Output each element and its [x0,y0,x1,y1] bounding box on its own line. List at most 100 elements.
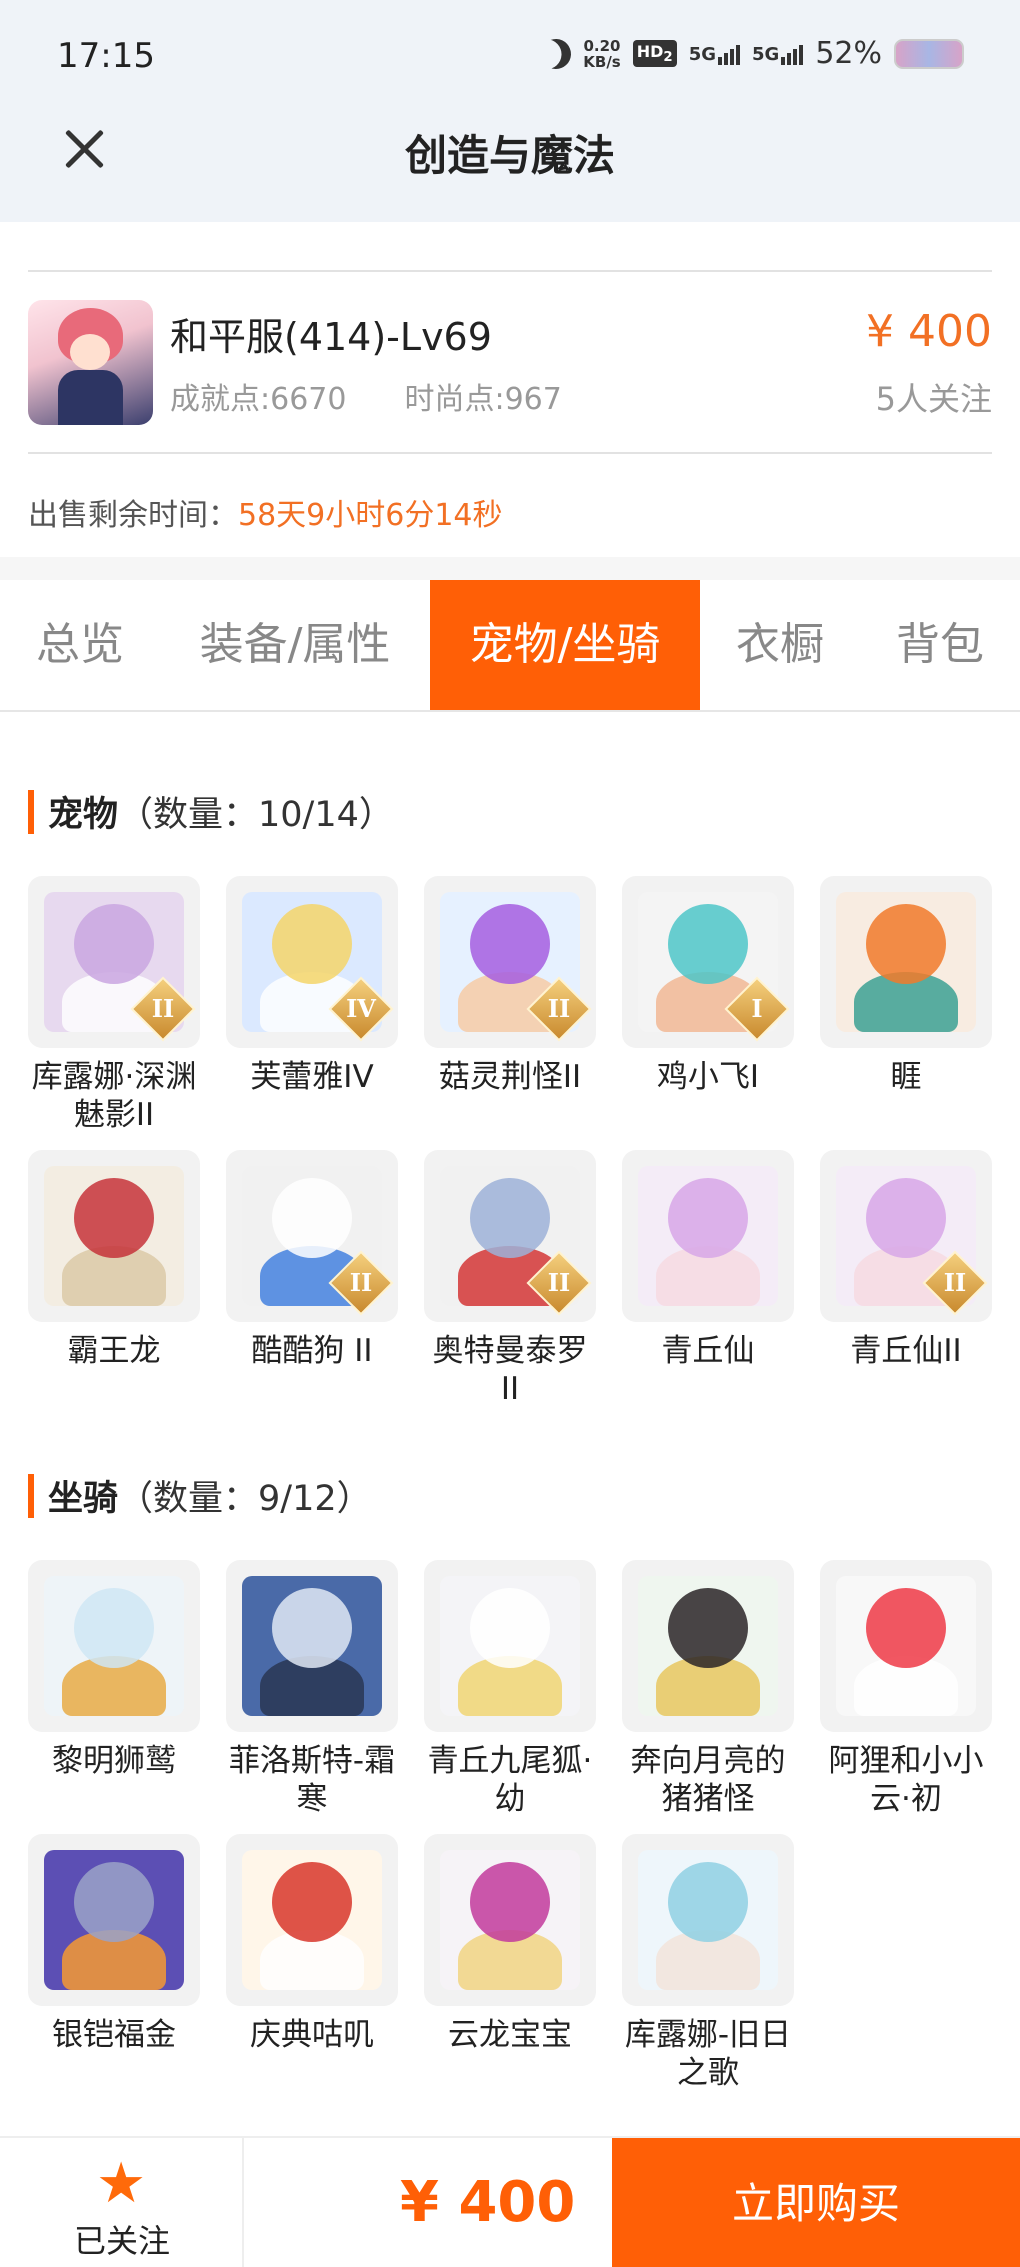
pets-title: 宠物 [48,795,119,835]
pets-mounts-panel: 宠物 （数量：10/14） II 库露娜·深渊魅影II IV 芙蕾雅IV II 菇灵荆怪II… [0,712,1020,2136]
net-speed: 0.20 KB/s [583,38,620,70]
mount-thumbnail [226,1560,398,1732]
mount-thumbnail [226,1834,398,2006]
mounts-title: 坐骑 [48,1479,119,1519]
pets-count: （数量：10/14） [118,795,394,835]
mount-thumbnail [820,1560,992,1732]
pet-card[interactable]: I 鸡小飞I [622,876,794,1096]
status-time: 17:15 [57,36,155,76]
pet-card[interactable]: II 库露娜·深渊魅影II [28,876,200,1134]
mount-card[interactable]: 阿狸和小小云·初 [820,1560,992,1818]
pets-section-title: 宠物 （数量：10/14） [28,786,394,837]
pet-card[interactable]: II 奥特曼泰罗II [424,1150,596,1408]
mount-card[interactable]: 庆典咕叽 [226,1834,398,2054]
status-icons: 0.20 KB/s HD2 5G 5G 52% [541,36,964,71]
remaining-time: 出售剩余时间：58天9小时6分14秒 [28,490,503,534]
grade-badge-label: II [151,994,175,1023]
mount-card[interactable]: 库露娜-旧日之歌 [622,1834,794,2092]
pet-thumbnail [820,876,992,1048]
mount-card[interactable]: 青丘九尾狐·幼 [424,1560,596,1818]
mount-name: 银铠福金 [52,2017,176,2053]
pet-card[interactable]: II 酷酷狗 II [226,1150,398,1370]
pet-name: 睚 [890,1059,922,1095]
mount-name: 奔向月亮的猪猪怪 [630,1743,786,1817]
moon-icon [537,34,575,72]
product-stats: 成就点:6670 时尚点:967 [170,374,562,418]
follow-button[interactable]: ★ 已关注 [0,2138,244,2267]
grade-badge-label: II [943,1268,967,1297]
hd-label: HD [636,41,664,61]
mount-name: 库露娜-旧日之歌 [624,2017,792,2091]
mount-name: 庆典咕叽 [250,2017,374,2053]
pet-card[interactable]: IV 芙蕾雅IV [226,876,398,1096]
signal-1-label: 5G [688,43,716,65]
pet-thumbnail: II [226,1150,398,1322]
tab-backpack[interactable]: 背包 [860,580,1020,710]
buy-now-button[interactable]: 立即购买 [612,2138,1020,2267]
grade-badge-label: II [349,1268,373,1297]
signal-icon-1: 5G [689,43,740,65]
pet-card[interactable]: II 菇灵荆怪II [424,876,596,1096]
mount-name: 阿狸和小小云·初 [828,1743,984,1817]
hd-sub: 2 [663,50,673,66]
mounts-section-title: 坐骑 （数量：9/12） [28,1470,372,1521]
signal-2-label: 5G [752,43,780,65]
grade-badge-label: I [751,994,763,1023]
follow-label: 已关注 [73,2222,170,2260]
pet-name: 青丘仙 [661,1333,755,1369]
grade-badge-label: II [547,1268,571,1297]
net-speed-value: 0.20 [583,36,621,55]
mounts-count: （数量：9/12） [118,1479,372,1519]
follower-count: 5人关注 [875,380,992,418]
pet-card[interactable]: 霸王龙 [28,1150,200,1370]
mount-card[interactable]: 云龙宝宝 [424,1834,596,2054]
product-price: ¥ 400 [866,306,992,357]
mount-name: 青丘九尾狐·幼 [427,1743,593,1817]
pet-name: 霸王龙 [67,1333,161,1369]
pet-card[interactable]: 青丘仙 [622,1150,794,1370]
mount-thumbnail [424,1834,596,2006]
mount-thumbnail [424,1560,596,1732]
mount-name: 云龙宝宝 [448,2017,572,2053]
pet-name: 鸡小飞I [656,1059,760,1095]
mount-thumbnail [622,1834,794,2006]
tab-wardrobe[interactable]: 衣橱 [700,580,860,710]
product-name: 和平服(414)-Lv69 [170,315,492,359]
pet-name: 菇灵荆怪II [438,1059,582,1095]
remaining-time-value: 58天9小时6分14秒 [238,498,503,533]
pet-card[interactable]: II 青丘仙II [820,1150,992,1370]
hd-icon: HD2 [632,39,677,68]
net-speed-unit: KB/s [583,52,621,71]
battery-icon [894,38,964,69]
star-icon: ★ [96,2151,147,2216]
mount-thumbnail [622,1560,794,1732]
pet-thumbnail: I [622,876,794,1048]
divider [28,452,992,454]
fashion-points: 时尚点:967 [404,382,562,417]
pet-thumbnail: II [424,1150,596,1322]
remaining-time-label: 出售剩余时间： [28,498,238,533]
bottom-price: ¥ 400 [400,2170,576,2235]
pet-name: 青丘仙II [850,1333,962,1369]
mount-card[interactable]: 菲洛斯特-霜寒 [226,1560,398,1818]
pet-thumbnail [622,1150,794,1322]
mount-name: 菲洛斯特-霜寒 [228,1743,396,1817]
mount-name: 黎明狮鹫 [52,1743,176,1779]
tab-pets-mounts[interactable]: 宠物/坐骑 [430,580,700,710]
pet-name: 芙蕾雅IV [250,1059,374,1095]
pet-thumbnail: II [820,1150,992,1322]
tab-overview[interactable]: 总览 [0,580,160,710]
pet-card[interactable]: 睚 [820,876,992,1096]
pet-name: 库露娜·深渊魅影II [31,1059,197,1133]
grade-badge-label: II [547,994,571,1023]
mount-thumbnail [28,1560,200,1732]
achievement-points: 成就点:6670 [170,382,347,417]
mount-thumbnail [28,1834,200,2006]
character-avatar [28,300,153,425]
mount-card[interactable]: 银铠福金 [28,1834,200,2054]
pet-thumbnail: II [424,876,596,1048]
pet-thumbnail: II [28,876,200,1048]
mount-card[interactable]: 奔向月亮的猪猪怪 [622,1560,794,1818]
tab-equipment[interactable]: 装备/属性 [160,580,430,710]
mount-card[interactable]: 黎明狮鹫 [28,1560,200,1780]
